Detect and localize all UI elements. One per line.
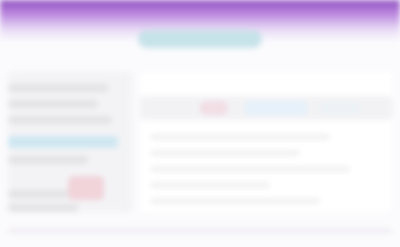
filter-chip[interactable] [200,101,228,115]
filter-chip[interactable] [244,101,308,115]
content-line [150,150,300,156]
status-badge [68,176,104,200]
content-line [150,166,350,172]
sidebar-item[interactable] [8,116,112,124]
content-line [150,182,270,188]
content-line [150,134,330,140]
footer [8,228,392,234]
content-line [150,198,320,204]
sidebar-item[interactable] [8,84,108,92]
sidebar-item[interactable] [8,190,68,198]
sidebar-item[interactable] [8,156,88,164]
sidebar-item-active[interactable] [8,136,118,148]
search-input[interactable] [138,30,262,48]
sidebar-item[interactable] [8,204,78,212]
sidebar-item[interactable] [8,100,98,108]
main-panel [140,72,392,212]
filter-chip[interactable] [320,101,360,115]
